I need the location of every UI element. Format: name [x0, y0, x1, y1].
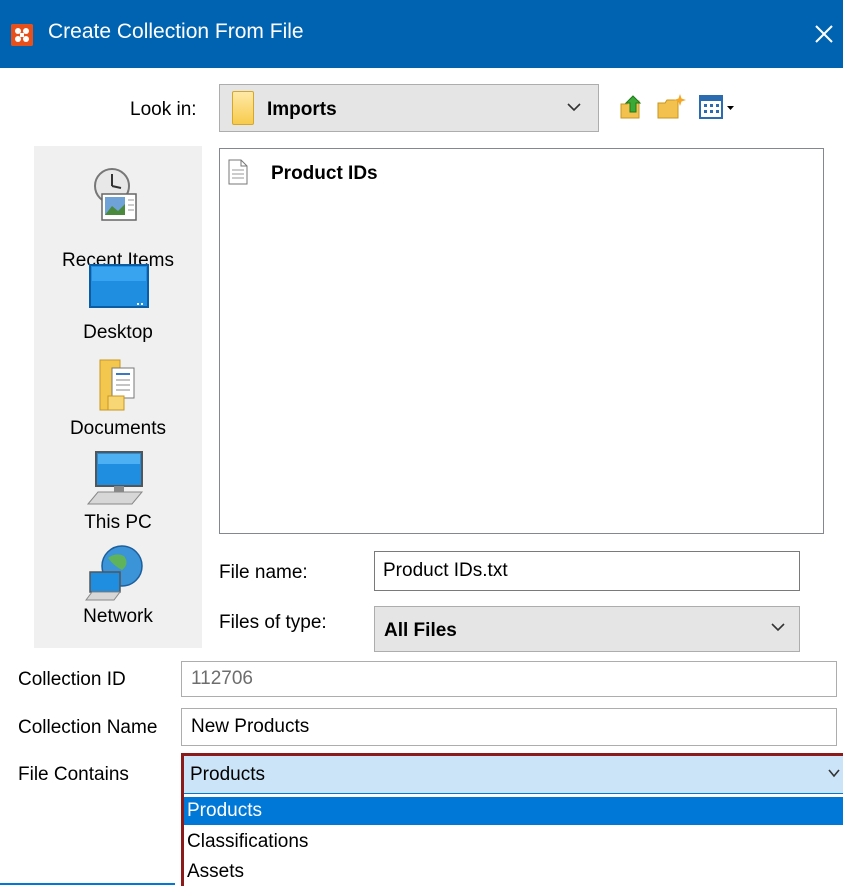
place-label: Desktop: [83, 322, 153, 343]
option-classifications[interactable]: Classifications: [184, 828, 843, 856]
view-menu-button[interactable]: [699, 92, 739, 122]
folder-icon: [232, 91, 254, 125]
file-list[interactable]: Product IDs: [219, 148, 824, 534]
close-icon: [815, 25, 833, 43]
look-in-value: Imports: [267, 99, 337, 120]
collection-id-input[interactable]: [181, 661, 837, 697]
look-in-dropdown[interactable]: Imports: [219, 84, 599, 132]
up-folder-icon: [620, 95, 642, 119]
recent-items-icon: [94, 168, 137, 221]
close-button[interactable]: [808, 14, 840, 54]
chevron-down-icon: [771, 623, 785, 632]
file-name-label: File name:: [219, 562, 308, 583]
collection-name-label: Collection Name: [18, 717, 158, 738]
chevron-down-icon: [567, 103, 581, 112]
place-documents[interactable]: Documents: [34, 356, 202, 452]
focus-underline: [0, 883, 175, 885]
option-assets[interactable]: Assets: [184, 858, 843, 886]
new-folder-button[interactable]: [656, 92, 686, 122]
network-icon: [85, 545, 143, 601]
file-name-input[interactable]: [374, 551, 800, 591]
places-bar: Recent Items Desktop Documents This PC N…: [34, 146, 202, 648]
file-contains-label: File Contains: [18, 764, 129, 785]
view-menu-icon: [699, 95, 734, 119]
desktop-icon: [89, 264, 149, 308]
new-folder-icon: [657, 94, 686, 119]
app-logo-icon: [11, 24, 33, 46]
place-label: Documents: [69, 418, 167, 439]
title-bar: Create Collection From File: [0, 0, 843, 68]
collection-name-input[interactable]: [181, 708, 837, 746]
files-of-type-value: All Files: [384, 620, 457, 641]
up-folder-button[interactable]: [617, 92, 645, 122]
files-of-type-dropdown[interactable]: All Files: [374, 606, 800, 652]
file-name-label: Product IDs: [271, 163, 378, 184]
look-in-label: Look in:: [130, 99, 197, 120]
file-contains-options: Products Classifications Assets: [184, 795, 843, 886]
collection-id-label: Collection ID: [18, 669, 126, 690]
file-contains-value: Products: [190, 764, 265, 785]
place-label: Network: [83, 606, 153, 627]
place-network[interactable]: Network: [34, 542, 202, 638]
file-contains-dropdown[interactable]: Products: [184, 756, 843, 794]
documents-icon: [99, 359, 135, 411]
place-this-pc[interactable]: This PC: [34, 450, 202, 546]
place-desktop[interactable]: Desktop: [34, 264, 202, 360]
place-recent-items[interactable]: Recent Items: [34, 166, 202, 278]
chevron-down-icon: [828, 769, 840, 778]
option-products[interactable]: Products: [184, 797, 843, 825]
place-label: This PC: [84, 512, 152, 533]
text-file-icon: [228, 159, 248, 185]
window-title: Create Collection From File: [48, 20, 304, 43]
this-pc-icon: [86, 451, 144, 505]
files-of-type-label: Files of type:: [219, 612, 327, 633]
